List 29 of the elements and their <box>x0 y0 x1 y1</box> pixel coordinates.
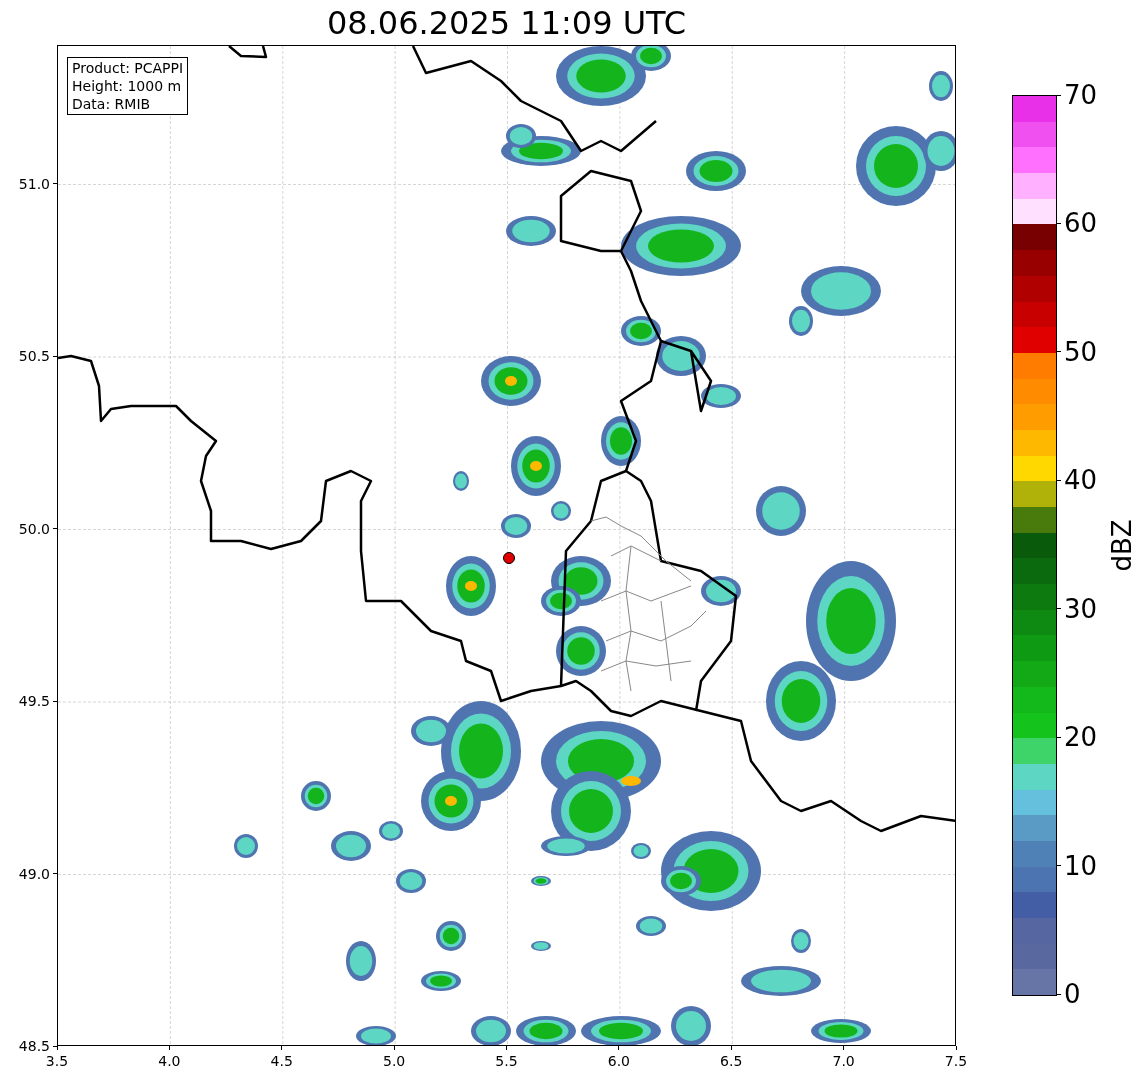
y-tick-label: 50.0 <box>18 519 50 538</box>
x-tick-label: 7.0 <box>832 1052 855 1070</box>
colorbar-tick-label: 70 <box>1064 80 1098 110</box>
colorbar-tick-label: 50 <box>1064 336 1098 367</box>
x-tick-label: 6.5 <box>720 1052 743 1070</box>
y-tick-label: 51.0 <box>18 174 50 193</box>
y-tick-label: 49.0 <box>18 864 50 883</box>
info-text: Product: PCAPPI <box>72 59 184 77</box>
x-tick-label: 4.5 <box>270 1052 293 1070</box>
info-text: Height: 1000 m <box>72 77 183 95</box>
x-tick-label: 5.0 <box>383 1052 406 1070</box>
colorbar-tick-label: 10 <box>1064 850 1098 881</box>
x-tick-label: 7.5 <box>944 1052 968 1070</box>
x-tick-label: 3.5 <box>45 1052 69 1070</box>
colorbar-label: dBZ <box>1105 518 1138 572</box>
x-tick-label: 5.5 <box>495 1052 518 1070</box>
colorbar-tick-label: 40 <box>1064 465 1098 496</box>
colorbar-tick-label: 0 <box>1064 979 1081 1009</box>
colorbar-tick-label: 30 <box>1064 593 1098 624</box>
info-text: Data: RMIB <box>72 95 152 113</box>
y-tick-label: 50.5 <box>18 347 50 365</box>
y-tick-label: 48.5 <box>18 1037 50 1055</box>
x-tick-label: 4.0 <box>158 1052 181 1070</box>
colorbar-tick-label: 60 <box>1064 208 1098 239</box>
chart-title: 08.06.2025 11:09 UTC <box>326 6 687 39</box>
radar-site-marker <box>503 552 515 564</box>
x-tick-label: 6.0 <box>607 1052 630 1070</box>
y-tick-label: 49.5 <box>18 692 50 710</box>
colorbar-tick-label: 20 <box>1064 722 1098 753</box>
